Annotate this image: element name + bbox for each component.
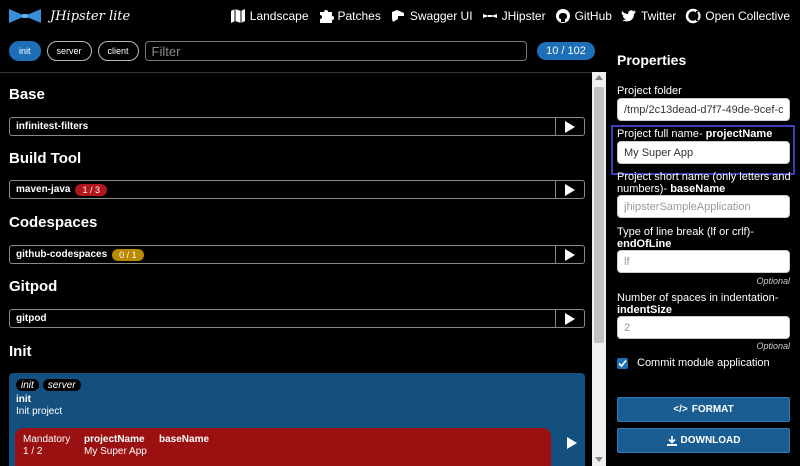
format-button-label: FORMAT: [691, 404, 734, 415]
nav-github[interactable]: GitHub: [555, 8, 612, 24]
apply-module-button[interactable]: [555, 180, 584, 199]
mandatory-properties-box: Mandatory 1 / 2 projectName My Super App…: [15, 428, 551, 466]
filter-bar: init server client 10 / 102: [9, 40, 599, 62]
puzzle-icon: [319, 10, 334, 23]
field-label-base-name: Project short name (only letters and num…: [617, 171, 791, 195]
tag-pill-client[interactable]: client: [97, 41, 139, 61]
brand-name: JHipster lite: [50, 8, 131, 24]
download-icon: [666, 435, 677, 446]
optional-label: Optional: [756, 276, 790, 286]
brand[interactable]: JHipster lite: [8, 7, 130, 25]
section-title-build-tool: Build Tool: [9, 150, 82, 167]
code-icon: </>: [673, 404, 688, 415]
section-title-gitpod: Gitpod: [9, 278, 58, 295]
section-title-init: Init: [9, 343, 32, 360]
download-button[interactable]: DOWNLOAD: [617, 428, 790, 453]
nav-swagger[interactable]: Swagger UI: [390, 8, 473, 24]
nav-twitter[interactable]: Twitter: [621, 8, 676, 24]
nav-links: Landscape Patches Swagger UI JHipster Gi…: [230, 0, 790, 32]
map-icon: [230, 9, 245, 23]
twitter-icon: [621, 10, 636, 22]
swagger-icon: [391, 10, 404, 22]
nav-patches-label: Patches: [337, 9, 381, 23]
jhipster-icon: [482, 14, 497, 18]
play-icon: [565, 248, 575, 261]
dependency-badge: 0 / 1: [112, 248, 144, 261]
mandatory-property-key: baseName: [159, 434, 210, 445]
mandatory-count: 1 / 2: [23, 446, 43, 457]
scrollbar-thumb[interactable]: [594, 87, 604, 343]
scroll-up-arrow-icon[interactable]: [595, 75, 603, 80]
mandatory-property-key: projectName: [84, 434, 145, 445]
field-label-end-of-line: Type of line break (lf or crlf)- endOfLi…: [617, 226, 754, 250]
module-row-maven-java[interactable]: maven-java 1 / 3: [9, 180, 585, 199]
nav-swagger-label: Swagger UI: [409, 9, 473, 23]
module-row-infinitest-filters[interactable]: infinitest-filters: [9, 117, 585, 136]
nav-jhipster-label: JHipster: [501, 9, 546, 23]
nav-twitter-label: Twitter: [640, 9, 677, 23]
project-name-input[interactable]: [617, 141, 790, 164]
nav-github-label: GitHub: [574, 9, 612, 23]
format-button[interactable]: </> FORMAT: [617, 397, 790, 422]
module-name: infinitest-filters: [16, 121, 89, 132]
tag-pill-init[interactable]: init: [9, 41, 41, 61]
field-label-indent-size: Number of spaces in indentation- indentS…: [617, 292, 779, 316]
nav-open-collective-label: Open Collective: [705, 9, 790, 23]
download-button-label: DOWNLOAD: [680, 435, 741, 446]
module-count-badge: 10 / 102: [537, 42, 595, 60]
section-title-base: Base: [9, 86, 45, 103]
project-folder-input[interactable]: [617, 98, 790, 121]
module-row-github-codespaces[interactable]: github-codespaces 0 / 1: [9, 245, 585, 264]
commit-module-checkbox-row[interactable]: Commit module application: [617, 357, 770, 369]
properties-panel: Properties Project folder Project full n…: [607, 40, 800, 466]
github-icon: [555, 9, 570, 23]
mandatory-label: Mandatory: [23, 434, 71, 445]
optional-label: Optional: [756, 341, 790, 351]
field-label-project-name: Project full name- projectName: [617, 128, 773, 140]
nav-jhipster[interactable]: JHipster: [482, 8, 546, 24]
apply-module-button[interactable]: [564, 435, 580, 451]
nav-patches[interactable]: Patches: [318, 8, 381, 24]
section-title-codespaces: Codespaces: [9, 214, 98, 231]
apply-module-button[interactable]: [555, 309, 584, 328]
play-icon: [565, 183, 575, 196]
field-label-project-folder: Project folder: [617, 85, 682, 97]
module-name: github-codespaces: [16, 249, 108, 260]
apply-module-button[interactable]: [555, 117, 584, 136]
divider: [0, 72, 607, 73]
module-description: Init project: [16, 406, 63, 417]
module-name: maven-java: [16, 184, 71, 195]
module-tags: init server: [16, 379, 81, 391]
module-name: init: [16, 394, 31, 405]
play-icon: [567, 437, 577, 449]
nav-open-collective[interactable]: Open Collective: [685, 8, 790, 24]
module-row-gitpod[interactable]: gitpod: [9, 309, 585, 328]
module-tag: init: [16, 379, 39, 391]
mandatory-property-value: My Super App: [84, 446, 147, 457]
module-name: gitpod: [16, 313, 47, 324]
check-icon: [618, 359, 627, 367]
play-icon: [565, 120, 575, 133]
scroll-down-arrow-icon[interactable]: [595, 457, 603, 462]
dependency-badge: 1 / 3: [75, 183, 107, 196]
module-card-init[interactable]: init server init Init project Mandatory …: [9, 373, 585, 466]
indent-size-input[interactable]: [617, 316, 790, 339]
jhipster-bowtie-logo-icon: [9, 9, 41, 23]
top-navbar: JHipster lite Landscape Patches Swagger …: [0, 0, 800, 32]
modules-scrollbar[interactable]: [592, 72, 606, 466]
properties-title: Properties: [617, 52, 687, 68]
module-tag: server: [42, 379, 81, 391]
nav-landscape-label: Landscape: [249, 9, 309, 23]
nav-landscape[interactable]: Landscape: [230, 8, 309, 24]
play-icon: [565, 312, 575, 325]
filter-input[interactable]: [144, 41, 527, 61]
apply-module-button[interactable]: [555, 245, 584, 264]
end-of-line-input[interactable]: [617, 250, 790, 273]
open-collective-icon: [686, 8, 701, 24]
commit-module-checkbox[interactable]: [617, 357, 628, 369]
base-name-input[interactable]: [617, 195, 790, 218]
commit-module-label: Commit module application: [637, 357, 770, 369]
tag-pill-server[interactable]: server: [46, 41, 92, 61]
